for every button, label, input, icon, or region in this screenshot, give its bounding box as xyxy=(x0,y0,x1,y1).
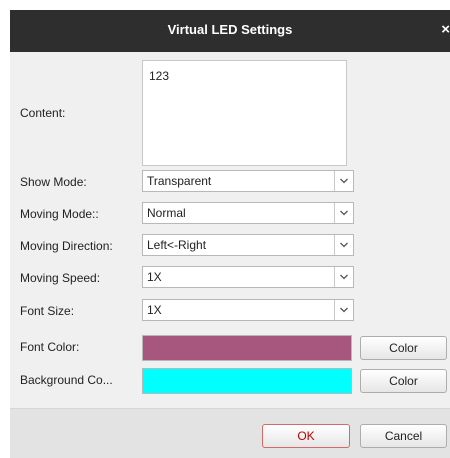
font-size-select[interactable]: 1X xyxy=(142,299,354,321)
dialog-footer: OK Cancel xyxy=(10,408,450,458)
moving-speed-select[interactable]: 1X xyxy=(142,266,354,288)
moving-mode-select[interactable]: Normal xyxy=(142,202,354,224)
title-bar[interactable]: Virtual LED Settings × xyxy=(10,10,450,52)
chevron-down-icon[interactable] xyxy=(334,203,353,223)
show-mode-select[interactable]: Transparent xyxy=(142,170,354,192)
moving-mode-label: Moving Mode:: xyxy=(20,207,99,221)
font-color-swatch xyxy=(142,335,352,361)
chevron-down-icon[interactable] xyxy=(334,171,353,191)
font-color-label: Font Color: xyxy=(20,340,80,354)
background-color-swatch xyxy=(142,368,352,394)
background-color-button[interactable]: Color xyxy=(360,369,447,393)
show-mode-value: Transparent xyxy=(147,174,212,188)
chevron-down-icon[interactable] xyxy=(334,235,353,255)
moving-mode-value: Normal xyxy=(147,206,186,220)
moving-speed-label: Moving Speed: xyxy=(20,271,101,285)
virtual-led-settings-dialog: Virtual LED Settings × Content: 123 Show… xyxy=(10,10,450,458)
font-color-button[interactable]: Color xyxy=(360,336,447,360)
moving-direction-select[interactable]: Left<-Right xyxy=(142,234,354,256)
close-icon[interactable]: × xyxy=(441,21,450,38)
background-color-label: Background Co... xyxy=(20,373,113,387)
moving-speed-value: 1X xyxy=(147,270,162,284)
font-size-label: Font Size: xyxy=(20,304,75,318)
chevron-down-icon[interactable] xyxy=(334,300,353,320)
show-mode-label: Show Mode: xyxy=(20,175,87,189)
moving-direction-value: Left<-Right xyxy=(147,238,207,252)
cancel-button[interactable]: Cancel xyxy=(360,424,447,448)
content-textarea[interactable]: 123 xyxy=(142,60,347,166)
ok-button[interactable]: OK xyxy=(262,424,350,448)
chevron-down-icon[interactable] xyxy=(334,267,353,287)
moving-direction-label: Moving Direction: xyxy=(20,239,113,253)
dialog-title: Virtual LED Settings xyxy=(167,22,293,37)
font-size-value: 1X xyxy=(147,303,162,317)
content-label: Content: xyxy=(20,106,66,120)
